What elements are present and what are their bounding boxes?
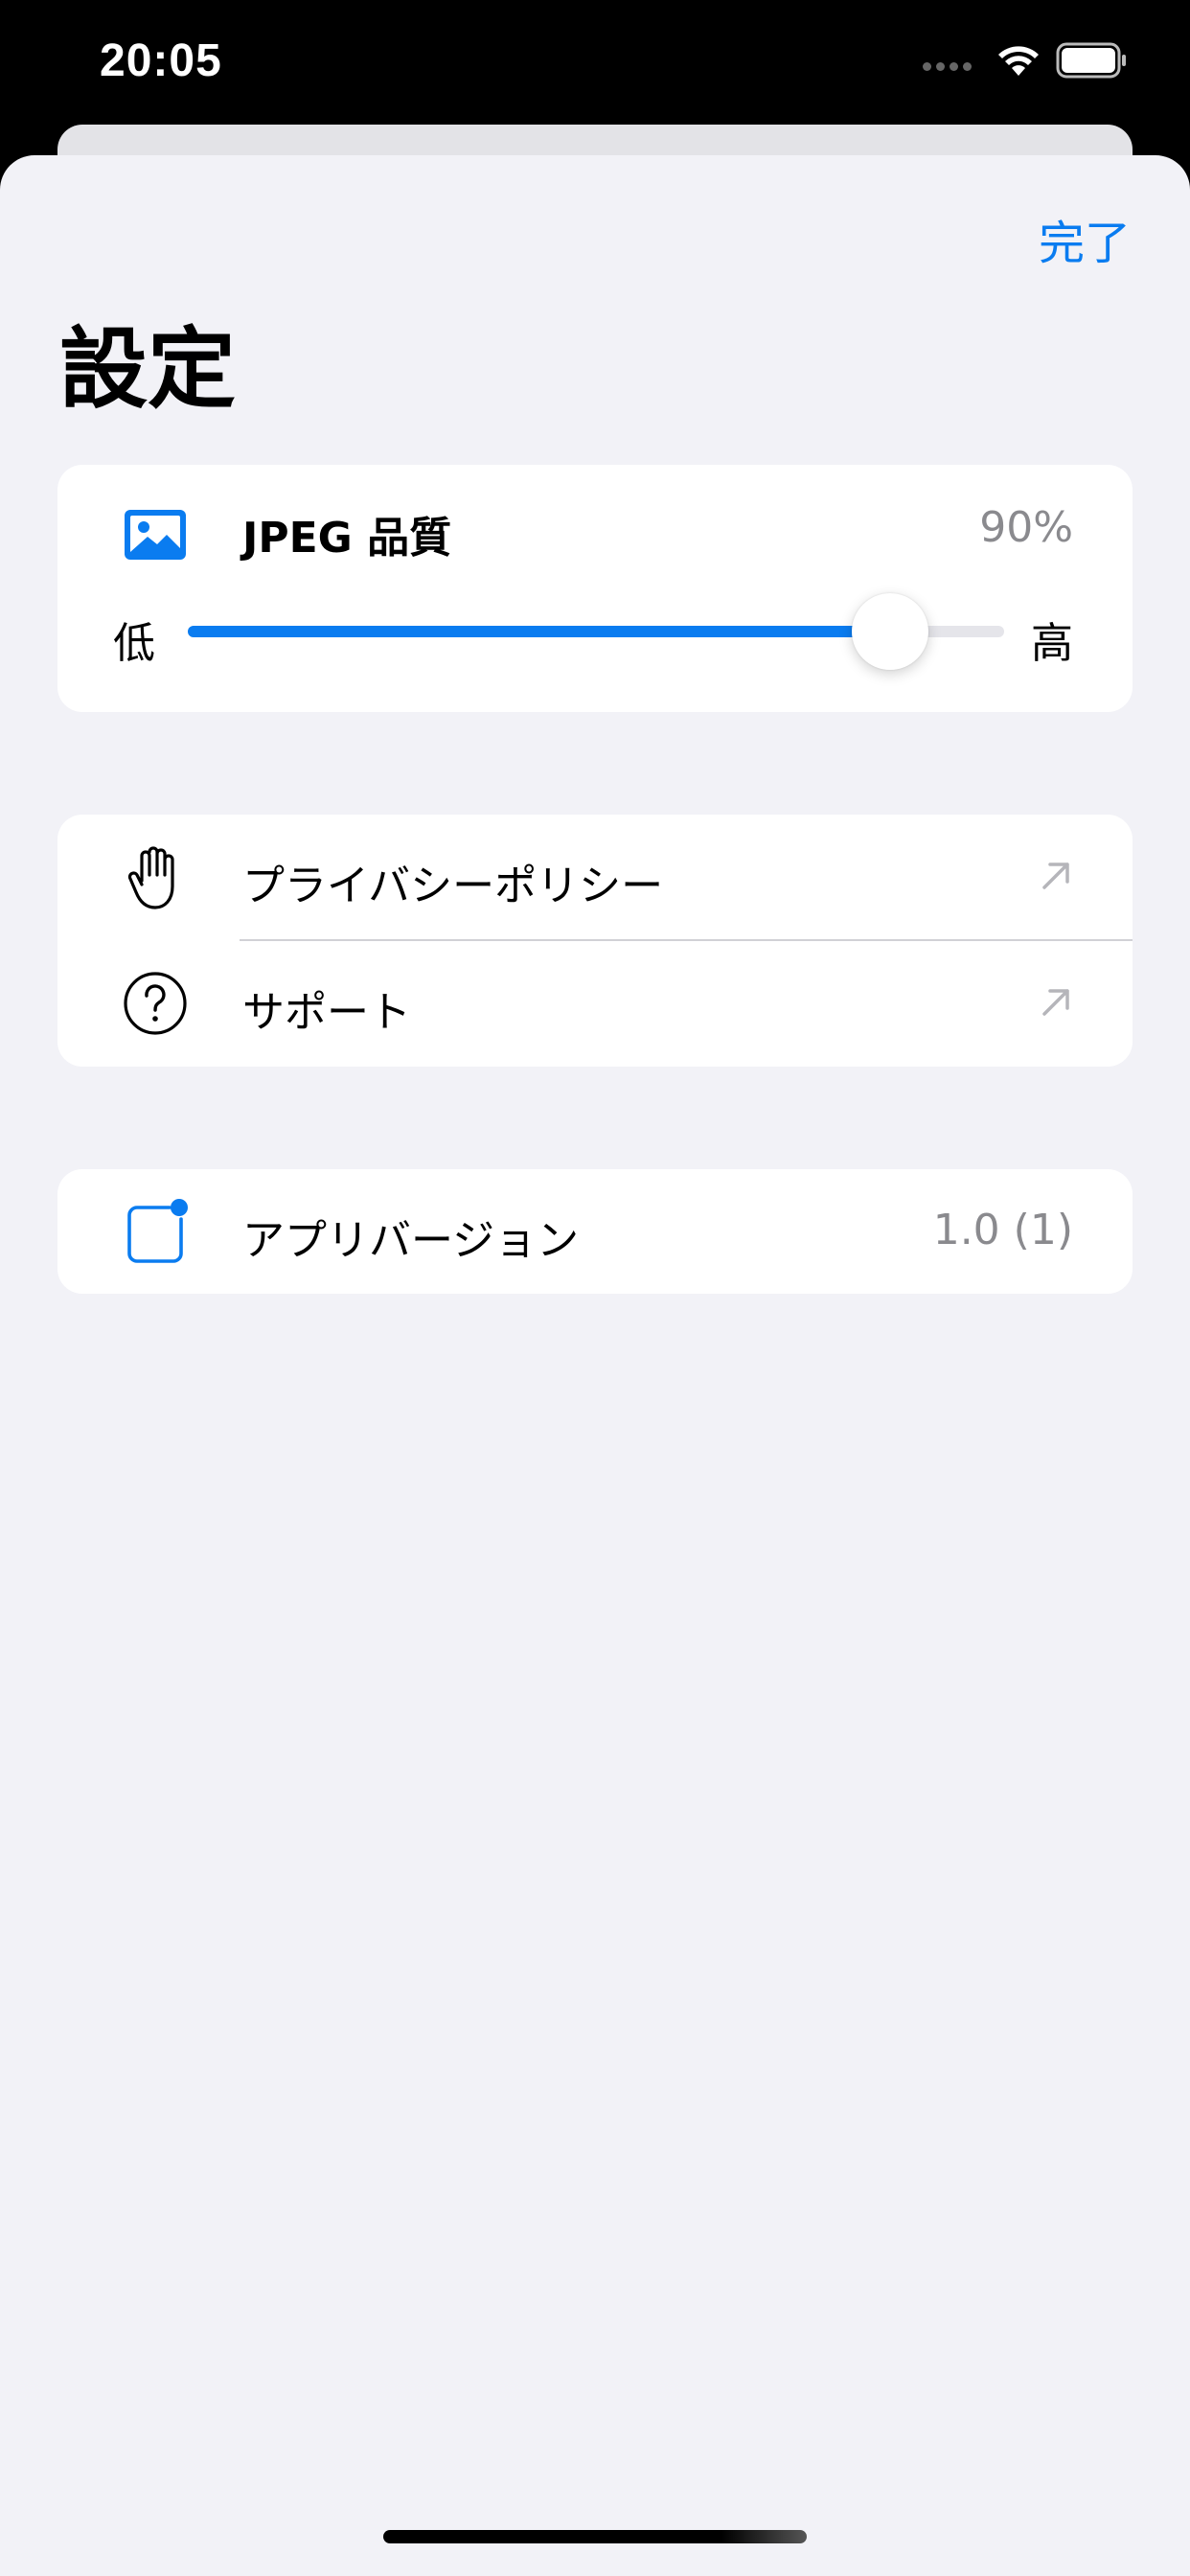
- question-circle-icon: [121, 969, 190, 1038]
- hand-raised-icon: [121, 842, 190, 911]
- privacy-policy-label: プライバシーポリシー: [242, 862, 664, 910]
- status-icons: [923, 42, 1129, 79]
- status-bar: 20:05: [0, 0, 1190, 125]
- jpeg-quality-value: 90%: [979, 503, 1073, 552]
- privacy-policy-row[interactable]: プライバシーポリシー: [57, 815, 1133, 941]
- battery-icon: [1056, 42, 1126, 79]
- support-label: サポート: [242, 988, 411, 1037]
- app-version-value: 1.0 (1): [932, 1206, 1073, 1254]
- settings-sheet: 完了 設定 JPEG 品質 90% 低 高 プライバシーポリシー サポート アプ…: [0, 155, 1190, 2576]
- page-title: 設定: [59, 318, 237, 421]
- jpeg-quality-label: JPEG 品質: [242, 514, 452, 563]
- support-row[interactable]: サポート: [57, 941, 1133, 1066]
- external-link-arrow-icon: [1042, 862, 1069, 889]
- slider-fill: [188, 626, 890, 637]
- quality-slider[interactable]: [188, 593, 1004, 670]
- status-time: 20:05: [100, 35, 222, 86]
- app-version-label: アプリバージョン: [242, 1216, 580, 1265]
- slider-thumb[interactable]: [851, 593, 928, 670]
- external-link-arrow-icon: [1042, 989, 1069, 1016]
- done-button[interactable]: 完了: [1039, 205, 1131, 272]
- slider-max-label: 高: [1031, 619, 1073, 668]
- slider-min-label: 低: [113, 619, 155, 668]
- app-version-card: アプリバージョン 1.0 (1): [57, 1169, 1133, 1294]
- jpeg-quality-card: JPEG 品質 90% 低 高: [57, 465, 1133, 712]
- home-indicator: [383, 2530, 807, 2543]
- links-card: プライバシーポリシー サポート: [57, 815, 1133, 1067]
- photo-icon: [121, 500, 190, 569]
- wifi-icon: [998, 46, 1039, 76]
- app-badge-icon: [121, 1197, 190, 1266]
- cellular-signal-icon: [923, 61, 972, 71]
